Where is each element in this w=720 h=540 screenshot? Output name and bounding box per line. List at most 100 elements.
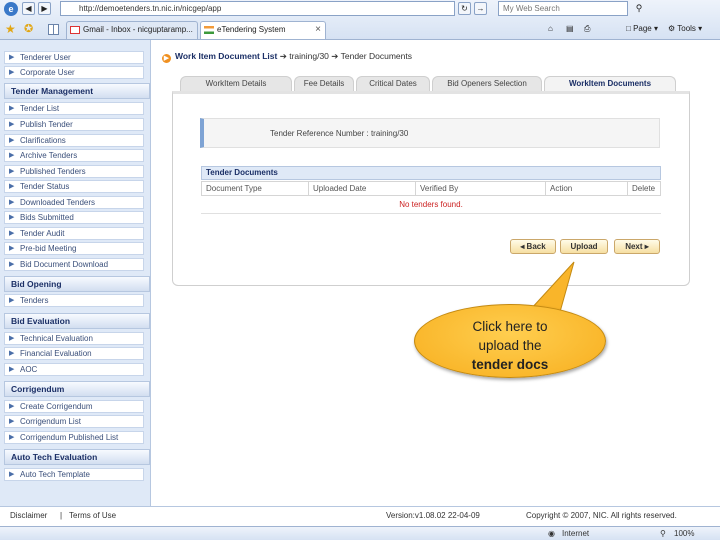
- arrow-right-icon: ▶: [9, 230, 15, 237]
- arrow-right-icon: ▶: [9, 121, 15, 128]
- sidebar-item-clarifications[interactable]: ▶ Clarifications: [4, 134, 144, 147]
- copyright-text: Copyright © 2007, NIC. All rights reserv…: [526, 511, 677, 520]
- arrow-right-icon: ▶: [9, 335, 15, 342]
- status-bar: ◉ Internet ⚲ 100%: [0, 526, 720, 540]
- arrow-right-icon: ▶: [9, 245, 15, 252]
- sidebar-item-publish-tender[interactable]: ▶ Publish Tender: [4, 118, 144, 131]
- back-button[interactable]: ◂ Back: [510, 239, 556, 254]
- sidebar-section-bid-evaluation: Bid Evaluation: [4, 313, 150, 329]
- sidebar-item-tenders[interactable]: ▶ Tenders: [4, 294, 144, 307]
- sidebar-section-corrigendum: Corrigendum: [4, 381, 150, 397]
- sidebar-item-archive-tenders[interactable]: ▶ Archive Tenders: [4, 149, 144, 162]
- breadcrumb-level1[interactable]: training/30: [289, 51, 329, 61]
- globe-icon: ◉: [548, 529, 555, 538]
- breadcrumb: ▶ Work Item Document List ➔ training/30 ➔…: [162, 51, 412, 63]
- tab-gmail[interactable]: Gmail - Inbox - nicguptaramp...: [66, 21, 198, 39]
- tab-workitem-details[interactable]: WorkItem Details: [180, 76, 292, 91]
- zoom-icon[interactable]: ⚲: [660, 527, 666, 540]
- tab-critical-dates[interactable]: Critical Dates: [356, 76, 430, 91]
- sidebar-item-tender-audit[interactable]: ▶ Tender Audit: [4, 227, 144, 240]
- site-flag-icon: [204, 26, 214, 34]
- sidebar: ▶ Tenderer User ▶ Corporate User Tender Ma…: [0, 40, 151, 506]
- zone-text: Internet: [562, 529, 590, 538]
- sidebar-item-corrigendum-published-list[interactable]: ▶ Corrigendum Published List: [4, 431, 144, 444]
- arrow-right-icon: ▶: [9, 418, 15, 425]
- sidebar-item-bid-document-download[interactable]: ▶ Bid Document Download: [4, 258, 144, 271]
- sidebar-item-tender-list[interactable]: ▶ Tender List: [4, 102, 144, 115]
- arrow-right-icon: ▶: [9, 471, 15, 478]
- refresh-icon[interactable]: ↻: [458, 2, 471, 15]
- terms-of-use-link[interactable]: Terms of Use: [69, 507, 116, 525]
- go-icon[interactable]: →: [474, 2, 487, 15]
- back-nav-icon[interactable]: ◀: [22, 2, 35, 15]
- arrow-right-icon: ▶: [9, 183, 15, 190]
- print-icon[interactable]: ⎙: [584, 23, 590, 35]
- breadcrumb-level2: Tender Documents: [340, 51, 412, 61]
- home-icon[interactable]: ⌂: [548, 23, 553, 35]
- tab-workitem-documents[interactable]: WorkItem Documents: [544, 76, 676, 91]
- tab-row: ★ ✪ Gmail - Inbox - nicguptaramp... eTen…: [0, 19, 720, 40]
- sidebar-item-create-corrigendum[interactable]: ▶ Create Corrigendum: [4, 400, 144, 413]
- table-header: Document Type Uploaded Date Verified By …: [201, 181, 661, 196]
- search-input[interactable]: My Web Search: [498, 1, 628, 16]
- footer: Disclaimer | Terms of Use Version:v1.08.…: [0, 506, 720, 526]
- feeds-icon[interactable]: ▤: [566, 23, 574, 35]
- tender-documents-title: Tender Documents: [201, 166, 661, 180]
- sidebar-item-technical-evaluation[interactable]: ▶ Technical Evaluation: [4, 332, 144, 345]
- sidebar-item-financial-evaluation[interactable]: ▶ Financial Evaluation: [4, 347, 144, 360]
- tender-reference-label: Tender Reference Number :: [270, 129, 369, 138]
- arrow-right-icon: ▶: [9, 214, 15, 221]
- sidebar-item-downloaded-tenders[interactable]: ▶ Downloaded Tenders: [4, 196, 144, 209]
- zoom-level[interactable]: 100%: [674, 527, 694, 540]
- sidebar-item-aoc[interactable]: ▶ AOC: [4, 363, 144, 376]
- col-uploaded-date: Uploaded Date: [309, 182, 416, 195]
- upload-button[interactable]: Upload: [560, 239, 608, 254]
- version-text: Version:v1.08.02 22-04-09: [386, 511, 480, 520]
- gmail-icon: [70, 26, 80, 34]
- col-verified-by: Verified By: [416, 182, 546, 195]
- next-button[interactable]: Next ▸: [614, 239, 660, 254]
- search-icon[interactable]: ⚲: [632, 1, 646, 16]
- arrow-right-icon: ▶: [9, 261, 15, 268]
- browser-chrome: e ◀ ▶ http://demoetenders.tn.nic.in/nicg…: [0, 0, 720, 40]
- arrow-right-icon: ▶: [9, 152, 15, 159]
- quick-tabs-icon[interactable]: [48, 24, 59, 35]
- arrow-right-icon: ▶: [9, 434, 15, 441]
- sidebar-item-tender-status[interactable]: ▶ Tender Status: [4, 180, 144, 193]
- sidebar-item-bids-submitted[interactable]: ▶ Bids Submitted: [4, 211, 144, 224]
- col-document-type: Document Type: [202, 182, 309, 195]
- tab-bid-openers-selection[interactable]: Bid Openers Selection: [432, 76, 542, 91]
- callout-text: Click here to upload the tender docs: [471, 319, 549, 372]
- sidebar-section-bid-opening: Bid Opening: [4, 276, 150, 292]
- sidebar-item-tenderer-user[interactable]: ▶ Tenderer User: [4, 51, 144, 64]
- col-delete: Delete: [632, 184, 656, 193]
- add-favorites-icon[interactable]: ✪: [24, 22, 33, 35]
- tab-fee-details[interactable]: Fee Details: [294, 76, 354, 91]
- sidebar-item-corporate-user[interactable]: ▶ Corporate User: [4, 66, 144, 79]
- tender-reference-box: Tender Reference Number : training/30: [200, 118, 660, 148]
- divider: [201, 213, 661, 214]
- arrow-right-icon: ▶: [9, 168, 15, 175]
- favorites-star-icon[interactable]: ★: [5, 22, 16, 36]
- col-action: Action: [546, 182, 628, 195]
- arrow-bullet-icon: ▶: [162, 54, 171, 63]
- forward-nav-icon[interactable]: ▶: [38, 2, 51, 15]
- close-tab-icon[interactable]: ×: [315, 22, 321, 38]
- address-row: e ◀ ▶ http://demoetenders.tn.nic.in/nicg…: [0, 0, 720, 18]
- tab-etendering[interactable]: eTendering System ×: [200, 21, 326, 39]
- arrow-right-icon: ▶: [9, 366, 15, 373]
- sidebar-item-pre-bid-meeting[interactable]: ▶ Pre-bid Meeting: [4, 242, 144, 255]
- sidebar-item-auto-tech-template[interactable]: ▶ Auto Tech Template: [4, 468, 144, 481]
- tools-menu[interactable]: ⚙ Tools ▾: [668, 23, 702, 35]
- empty-message: No tenders found.: [399, 200, 463, 209]
- sidebar-item-corrigendum-list[interactable]: ▶ Corrigendum List: [4, 415, 144, 428]
- disclaimer-link[interactable]: Disclaimer: [10, 507, 47, 525]
- arrow-right-icon: ▶: [9, 105, 15, 112]
- sidebar-item-published-tenders[interactable]: ▶ Published Tenders: [4, 165, 144, 178]
- arrow-right-icon: ▶: [9, 137, 15, 144]
- arrow-right-icon: ▶: [9, 69, 15, 76]
- page-menu[interactable]: □ Page ▾: [626, 23, 658, 35]
- address-bar[interactable]: http://demoetenders.tn.nic.in/nicgep/app: [60, 1, 455, 16]
- sidebar-section-tender-management: Tender Management: [4, 83, 150, 99]
- arrow-right-icon: ▶: [9, 297, 15, 304]
